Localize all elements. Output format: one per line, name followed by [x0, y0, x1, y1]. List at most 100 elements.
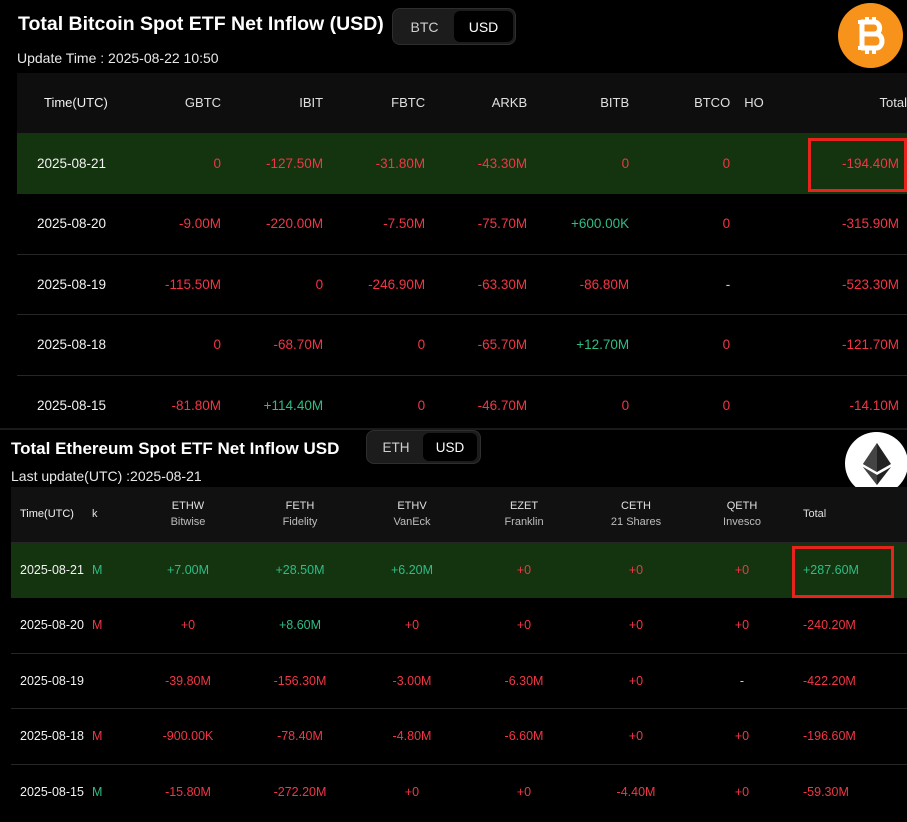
flow-cell: M [92, 729, 103, 744]
table-row: 2025-08-19 -115.50M 0 -246.90M -63.30M -86.80… [17, 254, 907, 315]
flow-cell: -4.80M [392, 729, 432, 744]
flow-cell: -3.00M [392, 673, 432, 688]
btc-col-header: HO [744, 95, 764, 111]
col-issuer: Invesco [723, 516, 761, 529]
col-issuer: Franklin [504, 516, 544, 529]
col-issuer: VanEck [393, 516, 431, 529]
flow-cell: -6.30M [504, 673, 544, 688]
btc-col-header: ARKB [491, 95, 528, 111]
flow-cell [730, 133, 816, 194]
flow-cell: -315.90M [841, 216, 899, 232]
flow-cell: -272.20M [273, 785, 327, 799]
flow-cell: -39.80M [165, 673, 211, 688]
flow-cell: 0 [722, 398, 731, 413]
flow-cell: +7.00M [166, 562, 210, 577]
ethereum-icon [845, 432, 907, 495]
flow-cell: -15.80M [165, 785, 211, 799]
flow-cell: -7.50M [383, 216, 426, 232]
table-row: 2025-08-20 M +0 +8.60M +0 +0 +0 +0 -240.20M [11, 597, 907, 654]
row-date: 2025-08-18 [37, 337, 107, 353]
flow-cell: 0 [722, 216, 731, 232]
flow-cell: -240.20M [803, 618, 856, 633]
flow-cell: 0 [722, 155, 731, 171]
eth-col-header: ETHV VanEck [356, 487, 468, 542]
flow-cell: 0 [417, 398, 426, 413]
flow-cell: - [725, 276, 731, 292]
flow-cell: +287.60M [803, 562, 859, 577]
btc-col-header: FBTC [391, 95, 426, 111]
flow-cell: -196.60M [803, 729, 856, 744]
eth-col-header: Time(UTC) [11, 487, 92, 542]
flow-cell: -6.60M [504, 729, 544, 744]
row-date: 2025-08-19 [20, 673, 84, 688]
col-name: EZET [509, 500, 539, 513]
col-name: Total [803, 508, 827, 521]
flow-cell: -4.40M [616, 785, 656, 799]
btc-panel-title: Total Bitcoin Spot ETF Net Inflow (USD) [18, 13, 384, 35]
flow-cell: +0 [180, 618, 196, 633]
flow-cell: 0 [621, 155, 630, 171]
flow-cell: +0 [734, 729, 750, 744]
table-row: 2025-08-21 M +7.00M +28.50M +6.20M +0 +0 +0 +287… [11, 542, 907, 598]
flow-cell: +0 [404, 618, 420, 633]
flow-cell: -46.70M [477, 398, 528, 413]
flow-cell: 0 [417, 337, 426, 353]
eth-panel-title: Total Ethereum Spot ETF Net Inflow USD [11, 439, 340, 458]
flow-cell: -31.80M [375, 155, 426, 171]
bitcoin-icon [838, 3, 903, 68]
col-issuer: Fidelity [282, 516, 318, 529]
flow-cell: -115.50M [165, 276, 222, 292]
table-row: 2025-08-19 -39.80M -156.30M -3.00M -6.30M +0 -… [11, 653, 907, 709]
table-row: 2025-08-18 M -900.00K -78.40M -4.80M -6.60M +0… [11, 708, 907, 765]
flow-cell: M [92, 785, 103, 799]
flow-cell: +114.40M [263, 398, 324, 413]
toggle-usd[interactable]: USD [423, 433, 477, 461]
flow-cell: -59.30M [803, 785, 849, 799]
flow-cell: 0 [621, 398, 630, 413]
col-name: k [92, 508, 98, 521]
flow-cell: +6.20M [390, 562, 434, 577]
flow-cell: +0 [516, 785, 532, 799]
flow-cell: +0 [734, 562, 750, 577]
col-name: ETHV [397, 500, 427, 513]
table-row: 2025-08-21 0 -127.50M -31.80M -43.30M 0 0 -194.… [17, 133, 907, 194]
flow-cell [730, 375, 816, 428]
flow-cell: 0 [213, 155, 222, 171]
flow-cell: 0 [722, 337, 731, 353]
toggle-btc[interactable]: BTC [395, 11, 454, 42]
eth-col-header: FETH Fidelity [244, 487, 356, 542]
flow-cell: +28.50M [275, 562, 325, 577]
flow-cell: 0 [315, 276, 324, 292]
flow-cell: +600.00K [570, 216, 630, 232]
col-name: ETHW [171, 500, 205, 513]
table-row: 2025-08-15 -81.80M +114.40M 0 -46.70M 0 0 -14.1… [17, 375, 907, 428]
flow-cell: +0 [628, 562, 644, 577]
flow-cell: -14.10M [849, 398, 899, 413]
flow-cell: -523.30M [841, 276, 899, 292]
flow-cell: +8.60M [278, 618, 322, 633]
flow-cell: M [92, 618, 103, 633]
btc-col-header: BTCO [694, 95, 731, 111]
eth-col-header: CETH 21 Shares [580, 487, 692, 542]
col-name: Time(UTC) [20, 508, 74, 521]
row-date: 2025-08-21 [20, 562, 84, 577]
toggle-eth[interactable]: ETH [369, 433, 423, 461]
col-issuer: Bitwise [170, 516, 206, 529]
flow-cell [730, 194, 816, 255]
flow-cell: M [92, 562, 103, 577]
btc-col-header: IBIT [299, 95, 324, 111]
flow-cell: -422.20M [803, 673, 856, 688]
flow-cell: +0 [734, 618, 750, 633]
btc-col-header: Time(UTC) [44, 95, 108, 111]
flow-cell: +0 [516, 562, 532, 577]
flow-cell: -75.70M [477, 216, 528, 232]
row-date: 2025-08-15 [37, 398, 107, 413]
flow-cell: -86.80M [579, 276, 630, 292]
row-date: 2025-08-20 [20, 618, 84, 633]
eth-flow-table: Time(UTC) k ETHW Bitwise FETH Fidelity ETHV Van… [11, 487, 907, 820]
col-issuer: 21 Shares [610, 516, 662, 529]
table-row: 2025-08-20 -9.00M -220.00M -7.50M -75.70M +60… [17, 193, 907, 255]
btc-col-header: BITB [600, 95, 630, 111]
toggle-usd[interactable]: USD [454, 11, 513, 42]
flow-cell: -220.00M [266, 216, 324, 232]
